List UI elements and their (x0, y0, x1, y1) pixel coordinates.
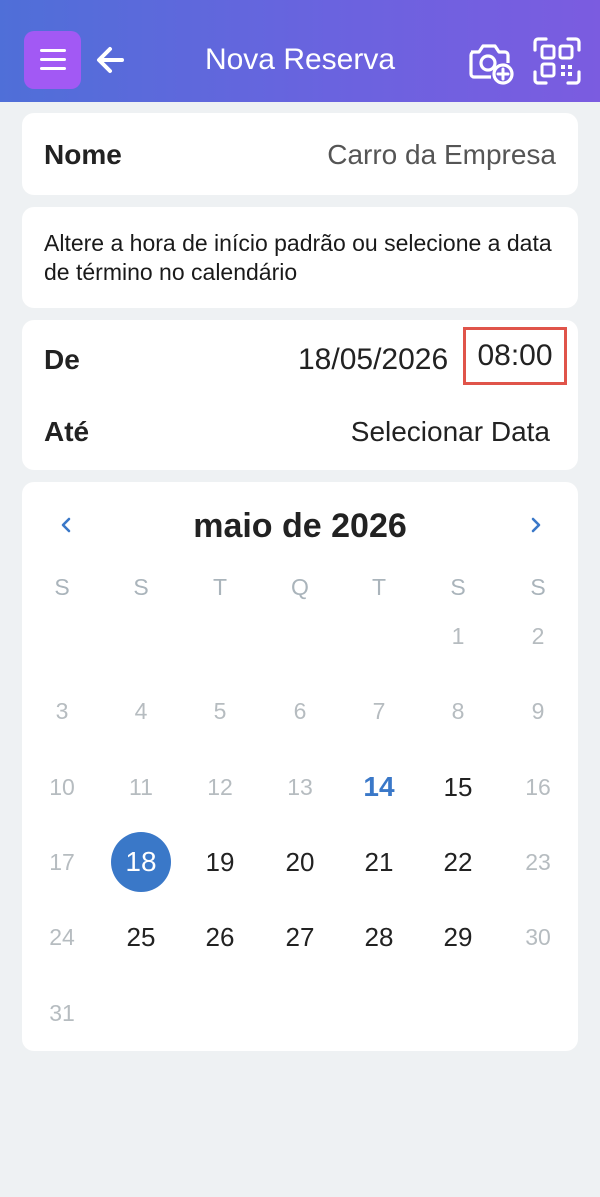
app-header: Nova Reserva (0, 0, 600, 102)
calendar-day: 6 (293, 698, 307, 724)
qr-scan-button[interactable] (532, 36, 582, 86)
to-label: Até (44, 416, 90, 447)
calendar: maio de 2026 SSTQTSS 1 2 3 4 5 6 7 8 9 10 11 12 13 14… (22, 482, 578, 1051)
calendar-day: 10 (49, 774, 75, 800)
info-card: Altere a hora de início padrão ou seleci… (22, 207, 578, 308)
calendar-day: 23 (525, 849, 551, 875)
previous-month-button[interactable] (52, 510, 82, 540)
weekday-label: S (450, 574, 466, 600)
calendar-day: 12 (207, 774, 233, 800)
menu-icon-line (40, 49, 66, 52)
dates-card: De 18/05/2026 08:00 Até Selecionar Data (22, 320, 578, 470)
menu-button[interactable] (24, 31, 81, 89)
calendar-day-today[interactable]: 14 (349, 757, 409, 817)
info-text: Altere a hora de início padrão ou seleci… (44, 230, 552, 285)
name-card: Nome Carro da Empresa (22, 113, 578, 195)
name-label: Nome (44, 139, 122, 170)
calendar-day: 24 (49, 924, 75, 950)
calendar-day-selected[interactable]: 18 (111, 832, 171, 892)
back-arrow-icon (97, 47, 124, 73)
chevron-left-icon (61, 517, 71, 533)
calendar-day: 17 (49, 849, 75, 875)
calendar-day: 11 (129, 774, 153, 800)
calendar-day[interactable]: 28 (349, 907, 409, 967)
back-button[interactable] (92, 40, 128, 80)
weekday-label: T (371, 574, 387, 600)
next-month-button[interactable] (520, 510, 550, 540)
page-title: Nova Reserva (204, 43, 396, 76)
calendar-day: 30 (525, 924, 551, 950)
calendar-day: 7 (372, 698, 386, 724)
calendar-month-title: maio de 2026 (193, 507, 407, 545)
calendar-day[interactable]: 20 (270, 832, 330, 892)
to-date-selector[interactable]: Selecionar Data (351, 412, 550, 452)
calendar-day[interactable]: 19 (190, 832, 250, 892)
from-time[interactable]: 08:00 (463, 327, 567, 385)
name-value[interactable]: Carro da Empresa (327, 135, 556, 175)
calendar-day: 4 (134, 698, 148, 724)
menu-icon-line (40, 58, 66, 61)
calendar-day: 5 (213, 698, 227, 724)
qr-scan-icon (533, 37, 581, 85)
weekday-label: S (54, 574, 70, 600)
camera-add-icon (469, 44, 514, 85)
weekday-label: S (133, 574, 149, 600)
weekday-label: T (212, 574, 228, 600)
menu-icon-line (40, 67, 66, 70)
from-label: De (44, 344, 80, 375)
calendar-day: 8 (451, 698, 465, 724)
calendar-day[interactable]: 21 (349, 832, 409, 892)
calendar-day: 16 (525, 774, 551, 800)
calendar-day: 9 (531, 698, 545, 724)
weekday-label: S (530, 574, 546, 600)
calendar-day[interactable]: 29 (428, 907, 488, 967)
calendar-day: 1 (451, 623, 465, 649)
from-date[interactable]: 18/05/2026 (298, 340, 448, 380)
calendar-day[interactable]: 25 (111, 907, 171, 967)
calendar-day[interactable]: 27 (270, 907, 330, 967)
calendar-day: 3 (55, 698, 69, 724)
calendar-day[interactable]: 22 (428, 832, 488, 892)
calendar-day: 2 (531, 623, 545, 649)
chevron-right-icon (531, 517, 541, 533)
camera-button[interactable] (465, 36, 515, 86)
calendar-day[interactable]: 15 (428, 757, 488, 817)
weekday-label: Q (291, 574, 309, 600)
calendar-day[interactable]: 26 (190, 907, 250, 967)
calendar-day: 31 (49, 1000, 75, 1026)
calendar-day: 13 (287, 774, 313, 800)
